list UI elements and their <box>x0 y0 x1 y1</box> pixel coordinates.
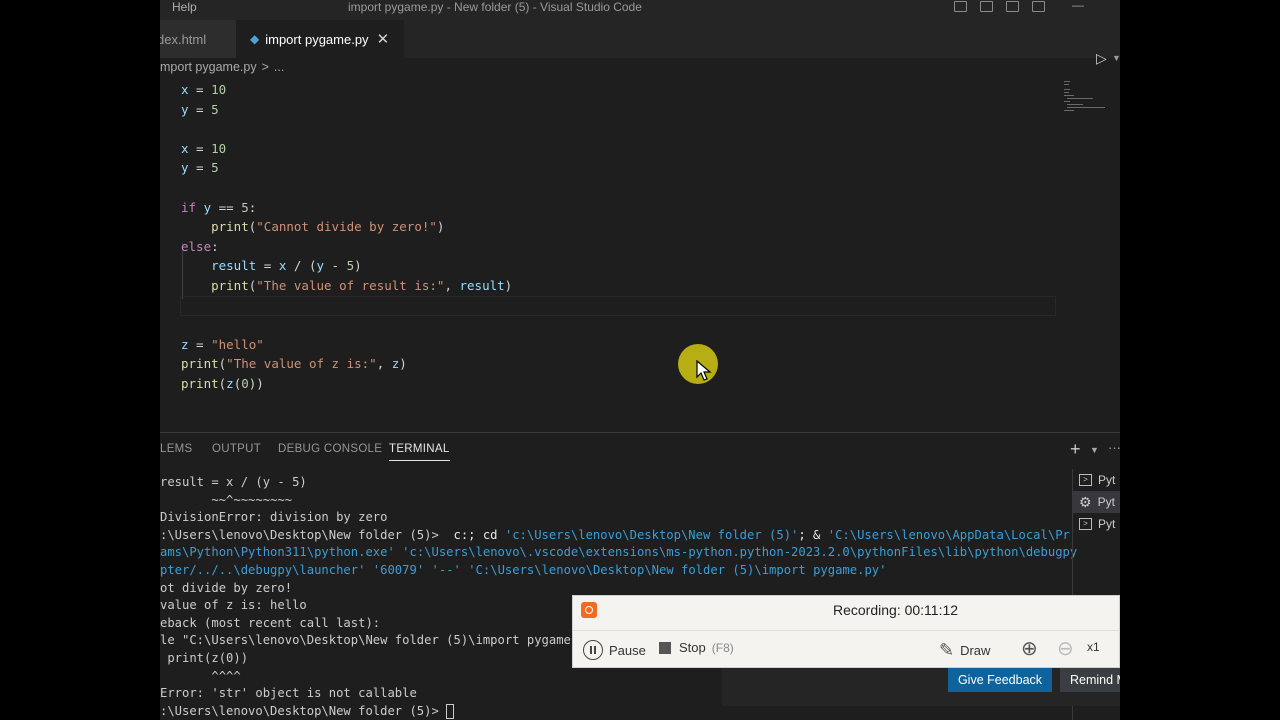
breadcrumb-more[interactable]: ... <box>274 60 284 78</box>
code-line[interactable]: print("Cannot divide by zero!") <box>181 217 444 237</box>
stop-label: Stop <box>679 640 706 655</box>
terminal-line: Error: 'str' object is not callable <box>160 686 417 701</box>
tab-index-html[interactable]: dex.html <box>160 20 236 58</box>
divider <box>573 630 1120 631</box>
code-line[interactable]: result = x / (y - 5) <box>181 256 362 276</box>
letterbox-right <box>1120 0 1280 720</box>
customize-layout-icon[interactable] <box>1032 1 1045 12</box>
breadcrumb: mport pygame.py > ... <box>160 60 284 78</box>
toggle-secondary-sidebar-icon[interactable] <box>1006 1 1019 12</box>
toggle-primary-sidebar-icon[interactable] <box>954 1 967 12</box>
terminal-cursor <box>446 703 455 719</box>
terminal-line: ot divide by zero! <box>160 580 293 595</box>
terminal-line: pter/../..\debugpy\launcher' '60079' '--… <box>160 563 887 577</box>
tab-debug-console[interactable]: DEBUG CONSOLE <box>278 443 382 455</box>
vscode-window: Help import pygame.py - New folder (5) -… <box>160 0 1120 720</box>
title-bar: Help import pygame.py - New folder (5) -… <box>160 0 1120 20</box>
toggle-panel-icon[interactable] <box>980 1 993 12</box>
debug-gear-icon: ⚙ <box>1079 493 1092 510</box>
tab-label: dex.html <box>160 31 207 47</box>
new-terminal-icon[interactable]: + <box>1070 439 1081 460</box>
code-line[interactable]: else: <box>181 237 219 257</box>
zoom-in-icon[interactable]: ⊕ <box>1021 636 1038 661</box>
breadcrumb-separator: > <box>261 60 269 74</box>
terminal-line: result = x / (y - 5) <box>160 475 307 489</box>
recording-status: Recording: 00:11:12 <box>833 602 959 618</box>
pause-label: Pause <box>609 642 646 658</box>
screen-recorder-widget: Recording: 00:11:12 Pause Stop (F8) ✎ Dr… <box>572 595 1120 668</box>
terminal-line: print(z(0)) <box>160 651 249 665</box>
python-file-icon: ◆ <box>250 32 260 46</box>
code-line[interactable]: y = 5 <box>181 158 219 178</box>
pause-button[interactable]: Pause <box>583 640 646 660</box>
code-line[interactable]: print("The value of z is:", z) <box>181 354 407 374</box>
zoom-level: x1 <box>1087 640 1100 654</box>
draw-button[interactable]: ✎ Draw <box>939 640 990 661</box>
stop-icon <box>659 641 671 654</box>
terminal-line: le "C:\Users\lenovo\Desktop\New folder (… <box>160 633 586 648</box>
stop-shortcut: (F8) <box>711 640 734 655</box>
code-line[interactable]: print(z(0)) <box>181 374 264 394</box>
draw-label: Draw <box>960 643 991 658</box>
terminal-icon: > <box>1079 474 1092 486</box>
run-icon[interactable]: ▷ <box>1096 50 1107 67</box>
terminal-item-label: Pyt <box>1098 517 1116 531</box>
feedback-notification: Give Feedback Remind M <box>722 668 1120 706</box>
code-line[interactable]: y = 5 <box>181 100 219 120</box>
remind-me-button[interactable]: Remind M <box>1060 668 1120 692</box>
code-line[interactable]: print("The value of result is:", result) <box>181 276 512 296</box>
code-line[interactable]: x = 10 <box>181 139 226 159</box>
terminal-line: ^^^^ <box>160 668 241 683</box>
chevron-down-icon[interactable]: ▼ <box>1090 445 1099 455</box>
terminal-item[interactable]: > Pyt <box>1079 469 1115 491</box>
code-line[interactable]: z = "hello" <box>181 335 264 355</box>
tab-label: import pygame.py <box>265 31 369 47</box>
editor-tab-bar: dex.html ◆ import pygame.py ✕ ▷ ▼ <box>160 20 1120 66</box>
terminal-line: :\Users\lenovo\Desktop\New folder (5)> <box>160 702 455 720</box>
minimap[interactable] <box>1064 80 1114 120</box>
window-title: import pygame.py - New folder (5) - Visu… <box>348 0 642 14</box>
terminal-item[interactable]: > Pyt <box>1079 513 1115 535</box>
recorder-logo-icon <box>581 602 597 618</box>
terminal-line: ~~^~~~~~~~~ <box>160 492 293 507</box>
terminal-line: ams\Python\Python311\python.exe' 'c:\Use… <box>160 545 1078 560</box>
tab-import-pygame[interactable]: ◆ import pygame.py ✕ <box>236 20 404 58</box>
pause-icon <box>583 640 603 660</box>
menu-help[interactable]: Help <box>172 0 197 14</box>
code-line[interactable]: if y == 5: <box>181 198 256 218</box>
terminal-line: value of z is: hello <box>160 598 307 613</box>
terminal-line: :\Users\lenovo\Desktop\New folder (5)> c… <box>160 527 1070 542</box>
code-editor[interactable]: x = 10 y = 5x = 10 y = 5 if y == 5: print("… <box>160 80 1120 430</box>
terminal-item-label: Pyt <box>1097 495 1115 509</box>
terminal-item-label: Pyt <box>1098 473 1116 487</box>
chevron-down-icon[interactable]: ▼ <box>1112 53 1120 63</box>
current-line-highlight <box>180 296 1056 316</box>
tab-problems[interactable]: LEMS <box>160 443 193 455</box>
pencil-icon: ✎ <box>939 640 955 660</box>
panel-tab-bar: LEMS OUTPUT DEBUG CONSOLE TERMINAL + ▼ ·… <box>160 433 1120 467</box>
code-line[interactable]: x = 10 <box>181 80 226 100</box>
tab-output[interactable]: OUTPUT <box>212 443 261 455</box>
terminal-line: eback (most recent call last): <box>160 615 381 630</box>
terminal-item[interactable]: ⚙ Pyt <box>1073 491 1120 513</box>
mouse-cursor-icon <box>696 360 712 381</box>
terminal-icon: > <box>1079 518 1092 530</box>
terminal-line: DivisionError: division by zero <box>160 510 388 525</box>
close-icon[interactable]: ✕ <box>377 30 390 48</box>
stop-button[interactable]: Stop (F8) <box>659 640 734 655</box>
breadcrumb-file[interactable]: mport pygame.py <box>160 60 257 78</box>
minimize-icon[interactable]: — <box>1072 0 1084 11</box>
tab-terminal[interactable]: TERMINAL <box>389 443 450 461</box>
zoom-out-icon[interactable]: ⊖ <box>1057 636 1074 661</box>
give-feedback-button[interactable]: Give Feedback <box>948 668 1052 692</box>
more-actions-icon[interactable]: ··· <box>1108 440 1120 455</box>
